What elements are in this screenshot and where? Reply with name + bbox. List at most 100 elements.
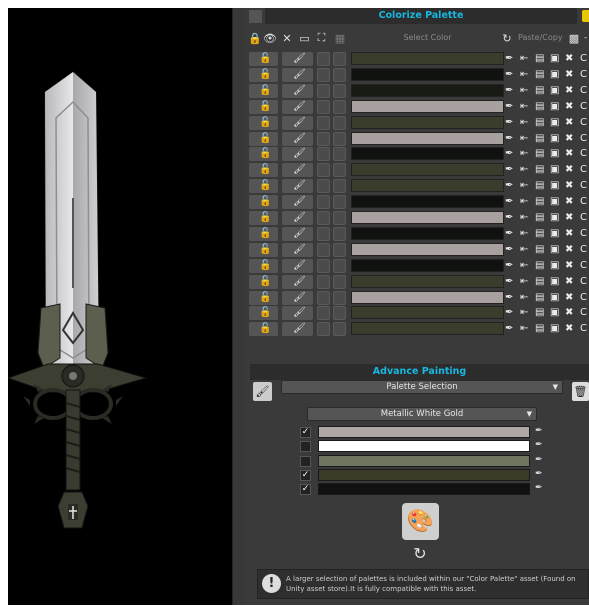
close-icon[interactable]: ✕ [281, 31, 293, 45]
row-option-a[interactable] [317, 67, 330, 82]
reset-icon[interactable]: ✖ [565, 196, 573, 208]
reset-icon[interactable]: ✖ [565, 69, 573, 81]
row-option-a[interactable] [317, 306, 330, 321]
row-option-b[interactable] [333, 322, 346, 337]
clipboard-icon[interactable]: ▤ [535, 212, 544, 224]
palette-selection-dropdown[interactable]: Palette Selection ▼ [281, 380, 563, 394]
copy-left-icon[interactable]: ⇤ [520, 101, 528, 113]
color-swatch[interactable] [351, 226, 504, 240]
paste-icon[interactable]: ▣ [550, 323, 559, 335]
copy-left-icon[interactable]: ⇤ [520, 69, 528, 81]
checker-icon[interactable]: ▩ [567, 31, 581, 45]
eyedropper-icon[interactable]: ✒ [505, 276, 513, 288]
eyedropper-icon[interactable]: ✒ [505, 260, 513, 272]
row-option-a[interactable] [317, 258, 330, 273]
eyedropper-icon[interactable]: ✒ [505, 85, 513, 97]
eyedropper-icon[interactable]: ✒ [535, 426, 543, 436]
reset-icon[interactable]: ✖ [565, 85, 573, 97]
row-option-a[interactable] [317, 211, 330, 225]
color-swatch[interactable] [351, 211, 504, 224]
swatch-toggle-icon[interactable]: ▦ [333, 31, 347, 45]
row-option-b[interactable] [333, 147, 346, 162]
paste-icon[interactable]: ▣ [550, 196, 559, 208]
clipboard-icon[interactable]: ▤ [535, 69, 544, 81]
reset-icon[interactable]: ✖ [565, 101, 573, 113]
palette-brush-icon[interactable]: 🖌 [253, 382, 272, 401]
clipboard-icon[interactable]: ▤ [535, 148, 544, 160]
color-swatch[interactable] [351, 131, 504, 145]
color-swatch[interactable] [351, 99, 504, 113]
clipboard-icon[interactable]: ▤ [535, 292, 544, 304]
color-swatch[interactable] [351, 147, 504, 161]
row-extra-icon[interactable]: C [580, 292, 587, 304]
reset-icon[interactable]: ✖ [565, 228, 573, 240]
paste-icon[interactable]: ▣ [550, 292, 559, 304]
reset-icon[interactable]: ✖ [565, 276, 573, 288]
paste-icon[interactable]: ▣ [550, 101, 559, 113]
reset-icon[interactable]: ✖ [565, 292, 573, 304]
copy-left-icon[interactable]: ⇤ [520, 196, 528, 208]
reset-icon[interactable]: ✖ [565, 117, 573, 129]
paste-icon[interactable]: ▣ [550, 117, 559, 129]
row-extra-icon[interactable]: C [580, 196, 587, 208]
palette-color-swatch[interactable] [318, 426, 530, 438]
row-extra-icon[interactable]: C [580, 53, 587, 65]
copy-left-icon[interactable]: ⇤ [520, 133, 528, 145]
clipboard-icon[interactable]: ▤ [535, 276, 544, 288]
row-extra-icon[interactable]: C [580, 212, 587, 224]
eyedropper-icon[interactable]: ✒ [535, 483, 543, 493]
reset-icon[interactable]: ✖ [565, 307, 573, 319]
row-option-a[interactable] [317, 290, 330, 305]
reset-icon[interactable]: ✖ [565, 53, 573, 65]
row-option-b[interactable] [333, 195, 346, 210]
row-option-b[interactable] [333, 163, 346, 178]
palette-name-dropdown[interactable]: Metallic White Gold ▼ [307, 407, 537, 421]
include-checkbox[interactable]: ✓ [300, 469, 311, 481]
eyedropper-icon[interactable]: ✒ [505, 292, 513, 304]
expand-icon[interactable]: ⛶ [315, 31, 328, 45]
row-extra-icon[interactable]: C [580, 148, 587, 160]
clipboard-icon[interactable]: ▤ [535, 101, 544, 113]
reset-icon[interactable]: ✖ [565, 323, 573, 335]
paste-icon[interactable]: ▣ [550, 53, 559, 65]
include-checkbox[interactable] [300, 455, 311, 467]
eyedropper-icon[interactable]: ✒ [505, 244, 513, 256]
reset-icon[interactable]: ✖ [565, 212, 573, 224]
clipboard-icon[interactable]: ▤ [535, 164, 544, 176]
trash-icon[interactable]: 🗑 [572, 382, 589, 401]
row-option-a[interactable] [317, 274, 330, 289]
row-extra-icon[interactable]: C [580, 307, 587, 319]
eyedropper-icon[interactable]: ✒ [505, 69, 513, 81]
clipboard-icon[interactable]: ▤ [535, 133, 544, 145]
reset-icon[interactable]: ✖ [565, 133, 573, 145]
row-extra-icon[interactable]: C [580, 101, 587, 113]
paste-icon[interactable]: ▣ [550, 69, 559, 81]
eyedropper-icon[interactable]: ✒ [505, 117, 513, 129]
eyedropper-icon[interactable]: ✒ [505, 180, 513, 192]
copy-left-icon[interactable]: ⇤ [520, 292, 528, 304]
eyedropper-icon[interactable]: ✒ [505, 228, 513, 240]
reset-icon[interactable]: ✖ [565, 180, 573, 192]
row-option-b[interactable] [333, 99, 346, 114]
eyedropper-icon[interactable]: ✒ [535, 455, 543, 465]
color-swatch[interactable] [351, 195, 504, 209]
lock-all-icon[interactable]: 🔒 [248, 31, 262, 45]
row-option-b[interactable] [333, 115, 346, 130]
row-option-b[interactable] [333, 306, 346, 321]
paste-icon[interactable]: ▣ [550, 180, 559, 192]
eyedropper-icon[interactable]: ✒ [505, 101, 513, 113]
copy-left-icon[interactable]: ⇤ [520, 323, 528, 335]
row-option-a[interactable] [317, 179, 330, 194]
paste-icon[interactable]: ▣ [550, 276, 559, 288]
paste-icon[interactable]: ▣ [550, 260, 559, 272]
panel-splitter[interactable] [232, 8, 244, 605]
paste-icon[interactable]: ▣ [550, 133, 559, 145]
row-extra-icon[interactable]: C [580, 180, 587, 192]
clipboard-icon[interactable]: ▤ [535, 85, 544, 97]
copy-left-icon[interactable]: ⇤ [520, 180, 528, 192]
row-option-a[interactable] [317, 115, 330, 130]
refresh-icon[interactable]: ↻ [411, 544, 429, 563]
row-extra-icon[interactable]: C [580, 260, 587, 272]
eyedropper-icon[interactable]: ✒ [505, 53, 513, 65]
reset-icon[interactable]: ✖ [565, 244, 573, 256]
